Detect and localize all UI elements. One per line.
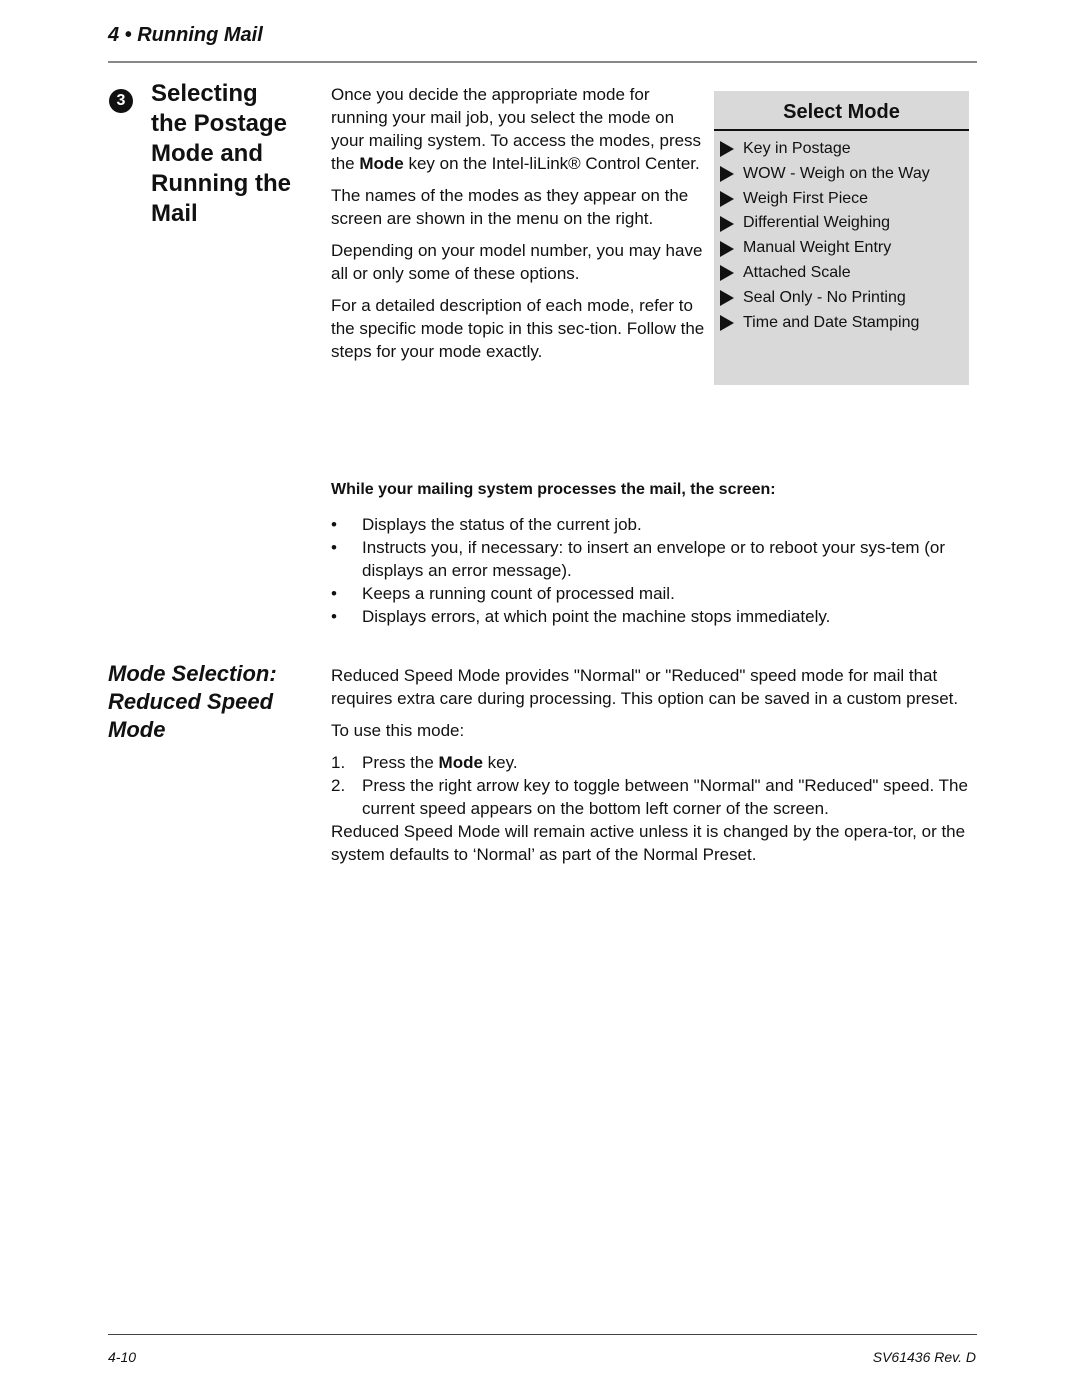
reduced-speed-body: Reduced Speed Mode provides "Normal" or … <box>331 664 976 866</box>
text-run: key on the Intel-liLink® Control Center. <box>403 154 700 173</box>
processing-bullet-list: • Displays the status of the current job.… <box>331 513 976 628</box>
subsection-title-line: Mode Selection: <box>108 661 277 686</box>
mode-item-label: Weigh First Piece <box>743 189 869 207</box>
triangle-right-icon <box>720 190 734 207</box>
menu-divider <box>714 129 969 131</box>
header-divider <box>108 61 977 63</box>
paragraph-model-options: Depending on your model number, you may … <box>331 241 703 283</box>
bullet-item: • Keeps a running count of processed mail… <box>331 582 976 605</box>
paragraph-detailed-description: For a detailed description of each mode,… <box>331 296 705 361</box>
triangle-right-icon <box>720 290 734 307</box>
mode-item: Seal Only - No Printing <box>720 286 930 311</box>
bullet-item: • Instructs you, if necessary: to insert … <box>331 536 976 582</box>
reduced-speed-title: Mode Selection: Reduced Speed Mode <box>108 660 318 744</box>
reduced-speed-closing: Reduced Speed Mode will remain active un… <box>331 822 966 864</box>
triangle-right-icon <box>720 215 734 232</box>
mode-item-label: Manual Weight Entry <box>743 239 892 257</box>
reduced-speed-intro: Reduced Speed Mode provides "Normal" or … <box>331 666 959 708</box>
mode-item-label: Seal Only - No Printing <box>743 288 906 306</box>
mode-item: Weigh First Piece <box>720 187 930 212</box>
mode-item-label: Time and Date Stamping <box>743 313 920 331</box>
step-item: 2. Press the right arrow key to toggle be… <box>331 774 976 820</box>
chapter-heading: 4 • Running Mail <box>108 24 263 46</box>
bullet-text: Displays errors, at which point the mach… <box>362 607 831 626</box>
triangle-right-icon <box>720 141 734 158</box>
select-mode-menu: Select Mode Key in Postage WOW - Weigh o… <box>714 91 969 385</box>
to-use-label: To use this mode: <box>331 721 465 740</box>
mode-list: Key in Postage WOW - Weigh on the Way We… <box>720 137 930 335</box>
mode-item-label: Key in Postage <box>743 140 851 157</box>
step-text: Press the <box>362 753 439 772</box>
mode-key-label: Mode <box>359 154 404 173</box>
page-number: 4-10 <box>108 1349 137 1365</box>
mode-item-label: Attached Scale <box>743 263 851 281</box>
bullet-text: Instructs you, if necessary: to insert a… <box>362 538 945 580</box>
mode-item: Key in Postage <box>720 137 930 162</box>
triangle-right-icon <box>720 314 734 331</box>
paragraph-access-modes: Once you decide the appropriate mode for… <box>331 83 706 175</box>
subsection-title-line: Reduced Speed <box>108 689 274 714</box>
subsection-title-line: Mode <box>108 717 166 742</box>
paragraph-mode-names: The names of the modes as they appear on… <box>331 186 689 228</box>
bullet-item: • Displays the status of the current job. <box>331 513 976 536</box>
section-title-line: Mail <box>151 200 198 227</box>
footer-divider <box>108 1334 977 1335</box>
section-title: Selecting the Postage Mode and Running t… <box>151 79 301 229</box>
section-title-line: the Postage <box>151 110 288 137</box>
step-item: 1. Press the Mode key. <box>331 751 976 774</box>
select-mode-title: Select Mode <box>783 101 900 123</box>
mode-item-label: Differential Weighing <box>743 214 891 232</box>
mode-item: WOW - Weigh on the Way <box>720 162 930 187</box>
bullet-icon: • <box>331 607 337 626</box>
triangle-right-icon <box>720 166 734 183</box>
mode-item: Differential Weighing <box>720 211 930 236</box>
steps-list: 1. Press the Mode key. 2. Press the right … <box>331 751 976 820</box>
section-title-line: Mode and <box>151 140 263 167</box>
bullet-item: • Displays errors, at which point the mac… <box>331 605 976 628</box>
triangle-right-icon <box>720 240 734 257</box>
section-title-line: Selecting <box>151 80 258 107</box>
bullet-icon: • <box>331 515 337 534</box>
mode-item: Manual Weight Entry <box>720 236 930 261</box>
triangle-right-icon <box>720 265 734 282</box>
document-id: SV61436 Rev. D <box>872 1349 976 1365</box>
step-text: key. <box>482 753 518 772</box>
step-number: 1. <box>331 753 346 772</box>
mode-item: Time and Date Stamping <box>720 311 930 336</box>
bullet-text: Keeps a running count of processed mail. <box>362 584 675 603</box>
mode-item: Attached Scale <box>720 261 930 286</box>
mode-item-label: WOW - Weigh on the Way <box>743 164 930 182</box>
intro-text: Once you decide the appropriate mode for… <box>331 83 706 372</box>
bullet-text: Displays the status of the current job. <box>362 515 642 534</box>
step-number: 2. <box>331 776 346 795</box>
bullet-icon: • <box>331 584 337 603</box>
mode-key-label: Mode <box>438 753 483 772</box>
step-number-badge: 3 <box>109 89 133 113</box>
step-text: Press the right arrow key to toggle betw… <box>362 776 968 818</box>
processing-heading: While your mailing system processes the … <box>331 481 776 498</box>
bullet-icon: • <box>331 538 337 557</box>
section-title-line: Running the <box>151 170 291 197</box>
